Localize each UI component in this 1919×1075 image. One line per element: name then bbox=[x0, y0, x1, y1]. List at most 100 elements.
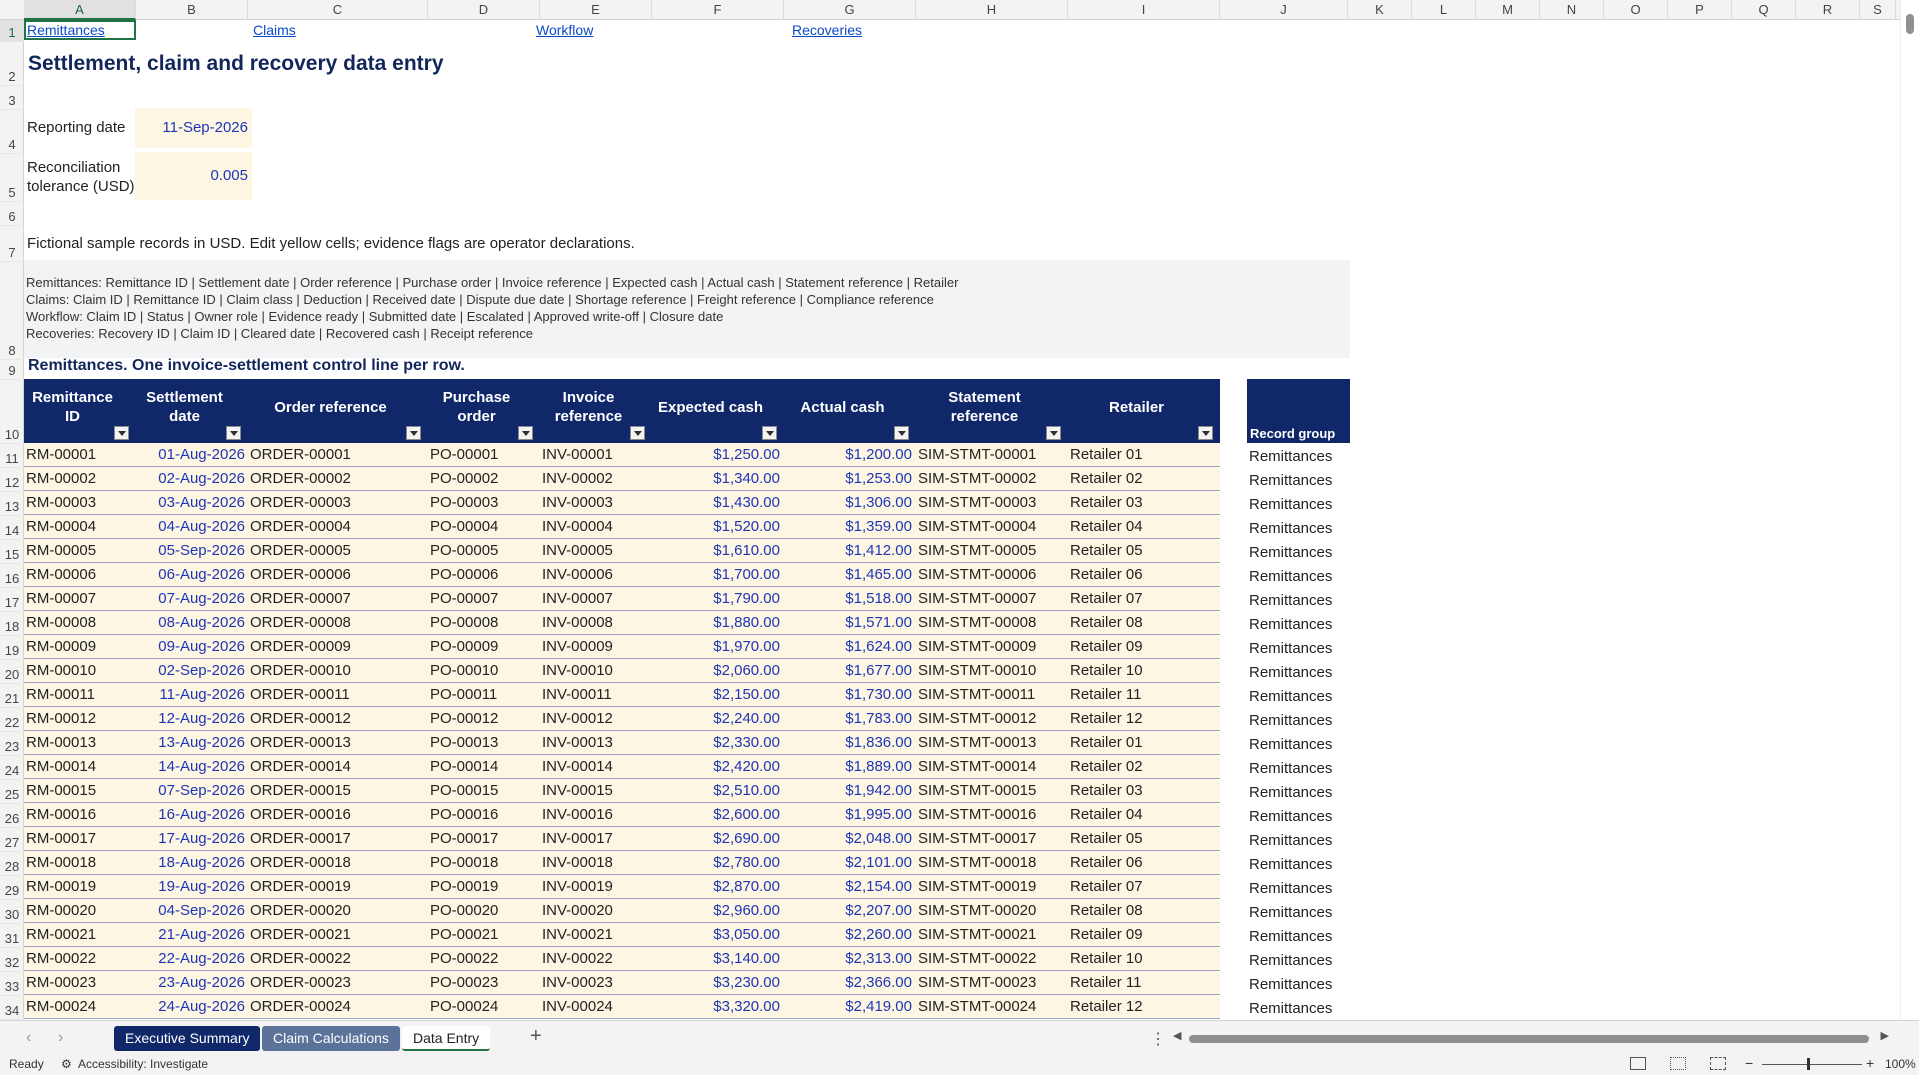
record-group-cell[interactable]: Remittances bbox=[1246, 589, 1332, 613]
table-cell[interactable]: $2,366.00 bbox=[784, 971, 916, 995]
table-cell[interactable]: $2,060.00 bbox=[652, 659, 784, 683]
table-cell[interactable]: $1,306.00 bbox=[784, 491, 916, 515]
table-cell[interactable]: RM-00007 bbox=[24, 587, 136, 611]
table-cell[interactable]: INV-00007 bbox=[540, 587, 652, 611]
table-cell[interactable]: $2,207.00 bbox=[784, 899, 916, 923]
table-cell[interactable]: INV-00003 bbox=[540, 491, 652, 515]
record-group-cell[interactable]: Remittances bbox=[1246, 757, 1332, 781]
table-cell[interactable]: ORDER-00004 bbox=[248, 515, 428, 539]
table-cell[interactable]: 03-Aug-2026 bbox=[136, 491, 248, 515]
table-cell[interactable]: ORDER-00018 bbox=[248, 851, 428, 875]
table-cell[interactable]: INV-00018 bbox=[540, 851, 652, 875]
table-cell[interactable]: RM-00011 bbox=[24, 683, 136, 707]
table-cell[interactable]: INV-00011 bbox=[540, 683, 652, 707]
table-cell[interactable]: 21-Aug-2026 bbox=[136, 923, 248, 947]
table-cell[interactable]: $2,600.00 bbox=[652, 803, 784, 827]
table-cell[interactable]: RM-00020 bbox=[24, 899, 136, 923]
record-group-cell[interactable]: Remittances bbox=[1246, 565, 1332, 589]
record-group-cell[interactable]: Remittances bbox=[1246, 853, 1332, 877]
table-cell[interactable]: PO-00010 bbox=[428, 659, 540, 683]
table-cell[interactable]: PO-00005 bbox=[428, 539, 540, 563]
column-header[interactable]: K bbox=[1348, 0, 1412, 20]
table-cell[interactable]: INV-00017 bbox=[540, 827, 652, 851]
horizontal-scrollbar[interactable]: ◀ ▶ bbox=[1173, 1030, 1889, 1045]
table-cell[interactable]: ORDER-00021 bbox=[248, 923, 428, 947]
table-cell[interactable]: Retailer 05 bbox=[1068, 539, 1220, 563]
table-cell[interactable]: SIM-STMT-00021 bbox=[916, 923, 1068, 947]
table-cell[interactable]: $1,610.00 bbox=[652, 539, 784, 563]
table-cell[interactable]: RM-00021 bbox=[24, 923, 136, 947]
table-cell[interactable]: $1,253.00 bbox=[784, 467, 916, 491]
table-cell[interactable]: RM-00004 bbox=[24, 515, 136, 539]
table-cell[interactable]: $2,101.00 bbox=[784, 851, 916, 875]
table-cell[interactable]: ORDER-00010 bbox=[248, 659, 428, 683]
link-recoveries[interactable]: Recoveries bbox=[792, 22, 862, 38]
table-cell[interactable]: SIM-STMT-00003 bbox=[916, 491, 1068, 515]
table-cell[interactable]: SIM-STMT-00011 bbox=[916, 683, 1068, 707]
table-cell[interactable]: Retailer 10 bbox=[1068, 947, 1220, 971]
table-cell[interactable]: $1,359.00 bbox=[784, 515, 916, 539]
zoom-out-icon[interactable]: − bbox=[1745, 1055, 1753, 1071]
zoom-level[interactable]: 100% bbox=[1885, 1057, 1916, 1071]
table-cell[interactable]: INV-00012 bbox=[540, 707, 652, 731]
table-cell[interactable]: ORDER-00009 bbox=[248, 635, 428, 659]
table-cell[interactable]: 22-Aug-2026 bbox=[136, 947, 248, 971]
table-cell[interactable]: Retailer 02 bbox=[1068, 467, 1220, 491]
table-cell[interactable]: $1,942.00 bbox=[784, 779, 916, 803]
table-cell[interactable]: RM-00010 bbox=[24, 659, 136, 683]
table-cell[interactable]: $1,518.00 bbox=[784, 587, 916, 611]
table-cell[interactable]: PO-00020 bbox=[428, 899, 540, 923]
table-cell[interactable]: ORDER-00008 bbox=[248, 611, 428, 635]
filter-dropdown-icon[interactable] bbox=[1046, 426, 1061, 440]
table-cell[interactable]: ORDER-00011 bbox=[248, 683, 428, 707]
table-cell[interactable]: Retailer 07 bbox=[1068, 587, 1220, 611]
table-cell[interactable]: SIM-STMT-00019 bbox=[916, 875, 1068, 899]
table-cell[interactable]: SIM-STMT-00023 bbox=[916, 971, 1068, 995]
column-header[interactable]: J bbox=[1220, 0, 1348, 20]
table-cell[interactable]: 23-Aug-2026 bbox=[136, 971, 248, 995]
table-cell[interactable]: PO-00001 bbox=[428, 443, 540, 467]
table-cell[interactable]: $1,730.00 bbox=[784, 683, 916, 707]
vertical-scrollbar[interactable] bbox=[1900, 0, 1919, 1020]
column-header[interactable]: A bbox=[24, 0, 136, 20]
row-header[interactable]: 4 bbox=[0, 110, 24, 154]
column-header[interactable]: M bbox=[1476, 0, 1540, 20]
link-workflow[interactable]: Workflow bbox=[536, 22, 593, 38]
table-cell[interactable]: Retailer 08 bbox=[1068, 899, 1220, 923]
accessibility-status[interactable]: Accessibility: Investigate bbox=[78, 1057, 208, 1071]
table-cell[interactable]: SIM-STMT-00022 bbox=[916, 947, 1068, 971]
column-header[interactable]: H bbox=[916, 0, 1068, 20]
table-cell[interactable]: PO-00022 bbox=[428, 947, 540, 971]
row-header[interactable]: 27 bbox=[0, 828, 24, 852]
table-cell[interactable]: SIM-STMT-00016 bbox=[916, 803, 1068, 827]
table-cell[interactable]: $1,340.00 bbox=[652, 467, 784, 491]
table-cell[interactable]: ORDER-00007 bbox=[248, 587, 428, 611]
table-cell[interactable]: PO-00023 bbox=[428, 971, 540, 995]
table-cell[interactable]: 02-Aug-2026 bbox=[136, 467, 248, 491]
table-cell[interactable]: Retailer 05 bbox=[1068, 827, 1220, 851]
table-cell[interactable]: INV-00010 bbox=[540, 659, 652, 683]
table-cell[interactable]: 07-Aug-2026 bbox=[136, 587, 248, 611]
table-cell[interactable]: RM-00009 bbox=[24, 635, 136, 659]
row-header[interactable]: 29 bbox=[0, 876, 24, 900]
table-cell[interactable]: $1,465.00 bbox=[784, 563, 916, 587]
record-group-cell[interactable]: Remittances bbox=[1246, 445, 1332, 469]
table-cell[interactable]: RM-00006 bbox=[24, 563, 136, 587]
table-cell[interactable]: SIM-STMT-00024 bbox=[916, 995, 1068, 1019]
page-layout-icon[interactable] bbox=[1670, 1057, 1686, 1070]
table-cell[interactable]: SIM-STMT-00009 bbox=[916, 635, 1068, 659]
table-cell[interactable]: $2,240.00 bbox=[652, 707, 784, 731]
record-group-cell[interactable]: Remittances bbox=[1246, 925, 1332, 949]
table-cell[interactable]: SIM-STMT-00015 bbox=[916, 779, 1068, 803]
table-cell[interactable]: PO-00008 bbox=[428, 611, 540, 635]
table-cell[interactable]: SIM-STMT-00020 bbox=[916, 899, 1068, 923]
table-cell[interactable]: INV-00016 bbox=[540, 803, 652, 827]
table-cell[interactable]: $1,880.00 bbox=[652, 611, 784, 635]
tab-executive-summary[interactable]: Executive Summary bbox=[114, 1026, 261, 1051]
table-cell[interactable]: Retailer 08 bbox=[1068, 611, 1220, 635]
vertical-scroll-thumb[interactable] bbox=[1906, 14, 1914, 34]
table-cell[interactable]: PO-00012 bbox=[428, 707, 540, 731]
table-cell[interactable]: SIM-STMT-00017 bbox=[916, 827, 1068, 851]
row-header[interactable]: 21 bbox=[0, 684, 24, 708]
table-cell[interactable]: $2,313.00 bbox=[784, 947, 916, 971]
